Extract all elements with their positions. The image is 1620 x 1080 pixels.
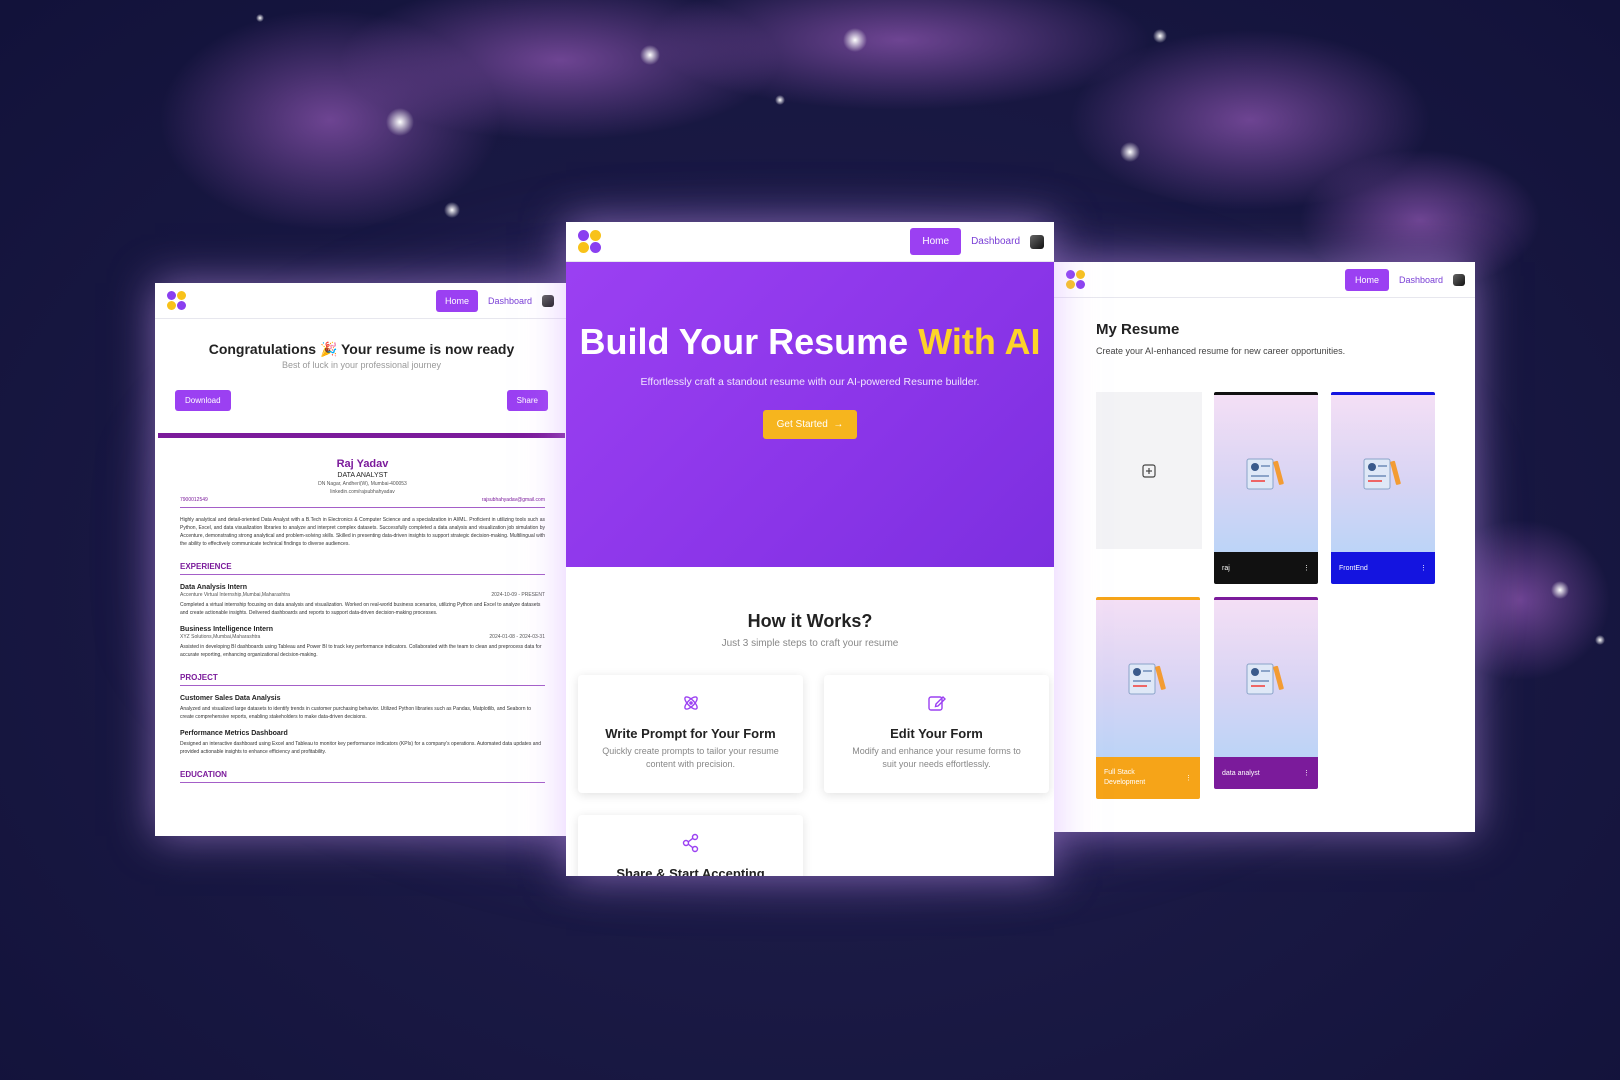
home-button[interactable]: Home <box>1344 268 1389 291</box>
step-card-edit-form: Edit Your Form Modify and enhance your r… <box>824 675 1049 793</box>
how-subtitle: Just 3 simple steps to craft your resume <box>721 638 899 649</box>
hero-section: Build Your Resume With AI Effortlessly c… <box>566 262 1054 567</box>
page-subtitle: Create your AI-enhanced resume for new c… <box>1096 346 1346 356</box>
avatar[interactable] <box>542 294 554 307</box>
resume-card-title: raj <box>1222 564 1230 572</box>
more-vertical-icon[interactable]: ⋮ <box>1303 564 1310 572</box>
download-button[interactable]: Download <box>175 390 231 411</box>
share-button[interactable]: Share <box>506 390 548 411</box>
hero-title-main: Build Your Resume <box>579 321 919 362</box>
resume-ready-page: Home Dashboard Congratulations 🎉 Your re… <box>155 283 568 836</box>
resume-document-icon <box>1246 663 1284 694</box>
get-started-button[interactable]: Get Started → <box>762 410 858 439</box>
app-logo[interactable] <box>167 291 186 310</box>
home-button[interactable]: Home <box>435 289 478 312</box>
resume-card-title: FrontEnd <box>1339 564 1368 572</box>
project-title: Customer Sales Data Analysis <box>180 695 281 702</box>
home-button[interactable]: Home <box>910 228 962 255</box>
dashboard-link[interactable]: Dashboard <box>488 296 532 306</box>
experience-company: Accenture Virtual Internship,Mumbai,Maha… <box>180 592 290 598</box>
project-item: Customer Sales Data Analysis Analyzed an… <box>180 695 545 721</box>
app-logo[interactable] <box>578 230 601 253</box>
step-card-share: Share & Start Accepting <box>578 815 803 876</box>
how-title: How it Works? <box>747 611 873 631</box>
congrats-subtitle: Best of luck in your professional journe… <box>281 360 442 370</box>
more-vertical-icon[interactable]: ⋮ <box>1303 769 1310 777</box>
project-item: Performance Metrics Dashboard Designed a… <box>180 730 545 756</box>
experience-dates: 2024-01-08 - 2024-03-31 <box>489 634 545 640</box>
resume-card-raj[interactable]: raj ⋮ <box>1214 392 1318 584</box>
experience-dates: 2024-10-09 - PRESENT <box>491 592 545 598</box>
add-resume-button[interactable] <box>1096 392 1202 549</box>
atom-icon <box>683 696 698 710</box>
dashboard-link[interactable]: Dashboard <box>971 236 1020 247</box>
get-started-label: Get Started <box>776 419 828 430</box>
resume-card-data-analyst[interactable]: data analyst ⋮ <box>1214 597 1318 789</box>
navbar: Home Dashboard <box>1054 262 1475 298</box>
avatar[interactable] <box>1030 234 1044 249</box>
resume-card-title: Full Stack Development <box>1104 769 1146 786</box>
my-resume-dashboard: Home Dashboard My Resume Create your AI-… <box>1054 262 1475 832</box>
experience-title: Data Analysis Intern <box>180 584 248 591</box>
dashboard-link[interactable]: Dashboard <box>1399 275 1443 285</box>
resume-document-icon <box>1363 458 1401 489</box>
step-desc: Quickly create prompts to tailor your re… <box>602 746 779 769</box>
resume-address: DN Nagar, Andheri(W), Mumbai-400053 <box>318 481 407 487</box>
arrow-right-icon: → <box>830 419 844 430</box>
resume-name: Raj Yadav <box>336 458 389 470</box>
app-logo[interactable] <box>1066 270 1085 289</box>
resume-card-frontend[interactable]: FrontEnd ⋮ <box>1331 392 1435 584</box>
share-icon <box>682 833 698 853</box>
avatar[interactable] <box>1453 273 1465 286</box>
step-title: Share & Start Accepting <box>616 866 765 876</box>
page-title: My Resume <box>1096 321 1180 338</box>
step-card-write-prompt: Write Prompt for Your Form Quickly creat… <box>578 675 803 793</box>
experience-item: Business Intelligence Intern XYZ Solutio… <box>180 626 545 659</box>
step-title: Edit Your Form <box>890 726 983 741</box>
resume-phone: 7900012549 <box>180 497 208 503</box>
hero-subtitle: Effortlessly craft a standout resume wit… <box>640 376 980 388</box>
experience-heading: EXPERIENCE <box>180 562 545 575</box>
experience-desc: Completed a virtual internship focusing … <box>180 602 541 616</box>
more-vertical-icon[interactable]: ⋮ <box>1420 564 1427 572</box>
step-desc: Modify and enhance your resume forms to … <box>852 746 1021 769</box>
landing-page: Home Dashboard Build Your Resume With AI… <box>566 222 1054 876</box>
resume-role: DATA ANALYST <box>337 472 388 479</box>
resume-card-full-stack[interactable]: Full Stack Development ⋮ <box>1096 597 1200 799</box>
experience-title: Business Intelligence Intern <box>180 626 273 633</box>
edit-icon <box>927 696 946 711</box>
project-heading: PROJECT <box>180 673 545 686</box>
experience-desc: Assisted in developing BI dashboards usi… <box>180 644 542 658</box>
experience-item: Data Analysis Intern Accenture Virtual I… <box>180 584 545 617</box>
hero-title-accent: With AI <box>918 321 1041 362</box>
education-heading: EDUCATION <box>180 770 545 783</box>
experience-company: XYZ Solutions,Mumbai,Maharashtra <box>180 634 261 640</box>
step-title: Write Prompt for Your Form <box>605 726 776 741</box>
plus-square-icon <box>1142 463 1156 478</box>
navbar: Home Dashboard <box>566 222 1054 262</box>
navbar: Home Dashboard <box>155 283 568 319</box>
resume-preview: Raj Yadav DATA ANALYST DN Nagar, Andheri… <box>158 433 565 783</box>
resume-document-icon <box>1246 458 1284 489</box>
resume-document-icon <box>1128 663 1166 694</box>
resume-card-title: data analyst <box>1222 769 1260 777</box>
project-desc: Designed an interactive dashboard using … <box>180 741 542 755</box>
more-vertical-icon[interactable]: ⋮ <box>1185 774 1192 782</box>
hero-title: Build Your Resume With AI <box>566 322 1054 362</box>
congrats-title: Congratulations 🎉 Your resume is now rea… <box>208 341 515 357</box>
resume-email: rajsubhahyadav@gmail.com <box>481 497 545 503</box>
resume-linkedin: linkedin.com/rajsubhahyadav <box>330 489 395 495</box>
project-title: Performance Metrics Dashboard <box>180 730 288 737</box>
project-desc: Analyzed and visualized large datasets t… <box>180 706 532 720</box>
resume-summary: Highly analytical and detail-oriented Da… <box>180 517 545 547</box>
